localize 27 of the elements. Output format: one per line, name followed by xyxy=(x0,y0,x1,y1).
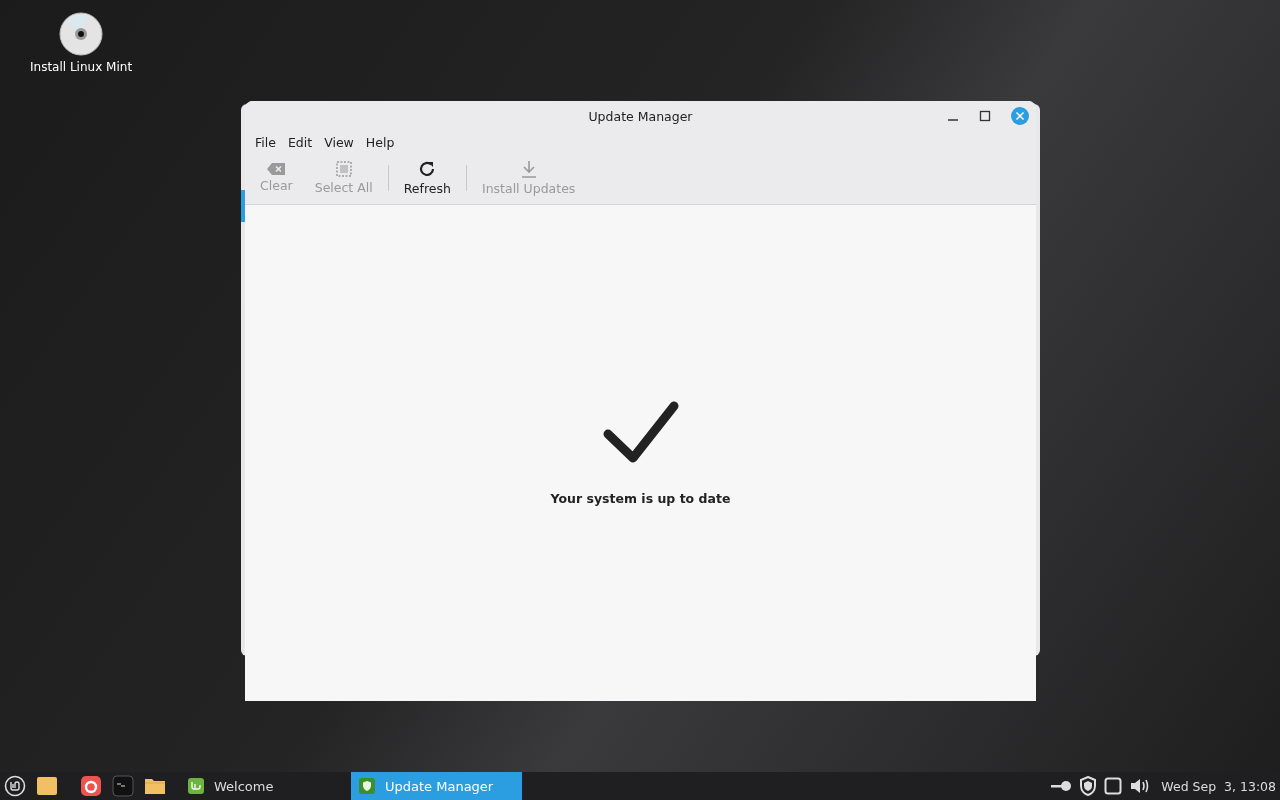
menu-icon[interactable] xyxy=(4,775,26,797)
browser-icon[interactable] xyxy=(80,775,102,797)
shield-icon xyxy=(359,778,375,794)
key-icon[interactable] xyxy=(1050,780,1073,792)
disc-icon[interactable] xyxy=(59,12,104,56)
download-icon xyxy=(520,160,537,178)
refresh-icon xyxy=(418,160,437,178)
backspace-icon xyxy=(267,163,286,175)
close-button[interactable] xyxy=(1011,107,1029,125)
selection-icon xyxy=(335,161,352,177)
toolbar-button[interactable]: Refresh xyxy=(392,160,462,196)
checkmark-icon xyxy=(602,400,679,463)
app-icon xyxy=(188,778,204,794)
menu-item[interactable]: File xyxy=(249,135,282,150)
desktop-icon[interactable] xyxy=(36,775,58,797)
menu-item[interactable]: View xyxy=(318,135,360,150)
desktop-icon-label[interactable]: Install Linux Mint xyxy=(30,60,133,74)
clock[interactable]: Wed Sep 3, 13:08 xyxy=(1161,778,1276,794)
shield-icon[interactable] xyxy=(1079,776,1098,796)
taskbar-window-button[interactable]: Welcome xyxy=(180,772,351,800)
window-icon[interactable] xyxy=(1104,777,1123,795)
maximize-button[interactable] xyxy=(979,110,991,122)
terminal-icon[interactable] xyxy=(112,775,134,797)
window-title: Update Manager xyxy=(588,108,693,124)
menu-item[interactable]: Help xyxy=(359,135,401,150)
menu-item[interactable]: Edit xyxy=(281,135,319,150)
status-message: Your system is up to date xyxy=(550,490,731,506)
